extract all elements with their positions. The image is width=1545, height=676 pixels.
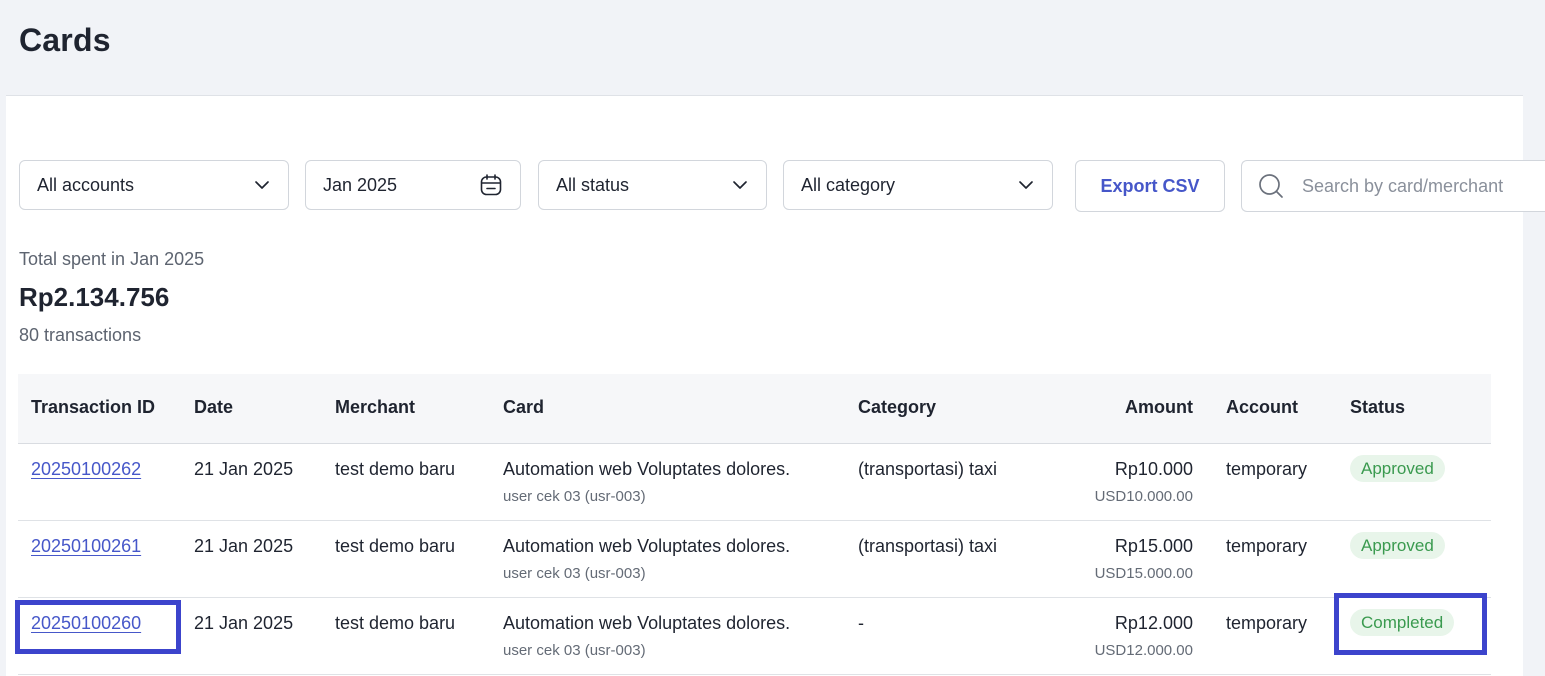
total-spent-label: Total spent in Jan 2025 — [19, 249, 205, 269]
total-spent-amount: Rp2.134.756 — [19, 282, 170, 312]
transaction-amount-usd: USD10.000.00 — [1094, 488, 1193, 505]
transaction-card-user: user cek 03 (usr-003) — [503, 488, 646, 505]
chevron-down-icon — [255, 181, 269, 189]
transaction-card: Automation web Voluptates dolores. — [503, 613, 791, 633]
column-header-status[interactable]: Status — [1350, 397, 1405, 418]
transaction-id-link[interactable]: 20250100262 — [31, 459, 141, 480]
month-picker-value: Jan 2025 — [323, 174, 398, 195]
chevron-down-icon — [1019, 181, 1033, 189]
status-badge: Completed — [1350, 609, 1455, 636]
transaction-account: temporary — [1226, 536, 1308, 556]
transaction-date: 21 Jan 2025 — [194, 613, 294, 633]
status-dropdown[interactable]: All status — [538, 160, 767, 210]
transaction-card: Automation web Voluptates dolores. — [503, 536, 791, 556]
page-header: Cards — [0, 0, 1545, 95]
month-picker[interactable]: Jan 2025 — [305, 160, 521, 210]
category-dropdown-value: All category — [801, 174, 896, 195]
transaction-amount: Rp12.000 — [1114, 613, 1193, 633]
column-header-merchant[interactable]: Merchant — [335, 397, 415, 418]
column-header-category[interactable]: Category — [858, 397, 936, 418]
category-dropdown[interactable]: All category — [783, 160, 1053, 210]
status-badge: Approved — [1350, 455, 1445, 482]
table-row[interactable]: 20250100260 21 Jan 2025 test demo baru A… — [18, 598, 1491, 675]
accounts-dropdown-value: All accounts — [37, 174, 135, 195]
transaction-id-link[interactable]: 20250100260 — [31, 613, 141, 634]
column-header-card[interactable]: Card — [503, 397, 544, 418]
transactions-table: Transaction ID Date Merchant Card Catego… — [18, 374, 1491, 675]
search-field[interactable] — [1241, 160, 1545, 212]
transaction-date: 21 Jan 2025 — [194, 536, 294, 556]
page-title: Cards — [19, 22, 111, 58]
table-row[interactable]: 20250100262 21 Jan 2025 test demo baru A… — [18, 444, 1491, 521]
status-dropdown-value: All status — [556, 174, 630, 195]
transaction-count: 80 transactions — [19, 325, 142, 345]
column-header-transaction-id[interactable]: Transaction ID — [31, 397, 155, 418]
transaction-account: temporary — [1226, 613, 1308, 633]
transaction-category: (transportasi) taxi — [858, 536, 998, 556]
transaction-account: temporary — [1226, 459, 1308, 479]
transaction-card-user: user cek 03 (usr-003) — [503, 642, 646, 659]
export-csv-button[interactable]: Export CSV — [1075, 160, 1225, 212]
transaction-amount: Rp15.000 — [1114, 536, 1193, 556]
transaction-merchant: test demo baru — [335, 536, 456, 556]
accounts-dropdown[interactable]: All accounts — [19, 160, 289, 210]
column-header-date[interactable]: Date — [194, 397, 233, 418]
transaction-id-link[interactable]: 20250100261 — [31, 536, 141, 557]
transaction-amount-usd: USD12.000.00 — [1094, 642, 1193, 659]
chevron-down-icon — [733, 181, 747, 189]
column-header-amount[interactable]: Amount — [1125, 397, 1193, 418]
search-icon — [1259, 174, 1283, 198]
transaction-merchant: test demo baru — [335, 613, 456, 633]
transaction-merchant: test demo baru — [335, 459, 456, 479]
table-header: Transaction ID Date Merchant Card Catego… — [18, 374, 1491, 444]
transaction-date: 21 Jan 2025 — [194, 459, 294, 479]
calendar-icon — [480, 174, 502, 196]
table-row[interactable]: 20250100261 21 Jan 2025 test demo baru A… — [18, 521, 1491, 598]
transaction-category: (transportasi) taxi — [858, 459, 998, 479]
transaction-card: Automation web Voluptates dolores. — [503, 459, 791, 479]
column-header-account[interactable]: Account — [1226, 397, 1298, 418]
transaction-category: - — [858, 613, 864, 633]
transaction-amount: Rp10.000 — [1114, 459, 1193, 479]
status-badge: Approved — [1350, 532, 1445, 559]
transaction-card-user: user cek 03 (usr-003) — [503, 565, 646, 582]
search-input[interactable] — [1302, 175, 1542, 197]
transaction-amount-usd: USD15.000.00 — [1094, 565, 1193, 582]
